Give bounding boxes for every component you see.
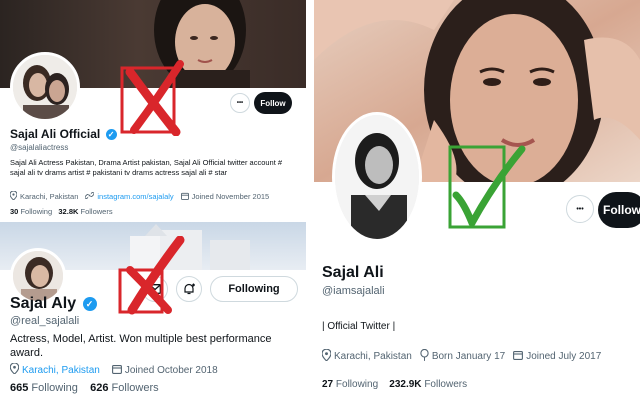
following-label: Following	[20, 207, 53, 216]
follow-counts: 665 Following 626 Followers	[10, 382, 159, 394]
followers-link[interactable]: 232.9K Followers	[389, 379, 467, 390]
follow-counts: 30 Following 32.8K Followers	[10, 207, 113, 216]
following-count: 27	[322, 379, 334, 390]
verified-badge-icon: ✓	[82, 296, 97, 311]
panel-divider-vertical	[306, 0, 314, 400]
following-link[interactable]: 665 Following	[10, 382, 78, 394]
followers-link[interactable]: 32.8K Followers	[58, 207, 112, 216]
calendar-icon	[111, 364, 122, 377]
display-name: Sajal Aly ✓	[10, 295, 97, 313]
followers-count: 626	[90, 382, 109, 394]
profile-card-sajal-ali: ••• Follow Sajal Ali @iamsajalali | Offi…	[314, 0, 640, 400]
following-button[interactable]: Following	[210, 276, 298, 302]
user-handle: @iamsajalali	[322, 285, 385, 297]
more-icon: •••	[576, 205, 584, 213]
followers-label: Followers	[80, 207, 113, 216]
follow-button-label: Follow	[603, 203, 640, 217]
profile-meta-row: Karachi, Pakistan instagram.com/sajalaly…	[9, 190, 270, 202]
profile-avatar[interactable]	[10, 52, 80, 122]
followers-label: Followers	[111, 382, 159, 394]
website-link[interactable]: instagram.com/sajalaly	[97, 192, 173, 201]
balloon-icon	[420, 348, 429, 364]
followers-label: Followers	[424, 379, 468, 390]
profile-meta-row: Karachi, Pakistan Joined October 2018	[9, 362, 218, 377]
red-cross-icon	[120, 60, 184, 136]
follow-button-label: Follow	[260, 98, 286, 108]
followers-count: 232.9K	[389, 379, 422, 390]
location-icon	[9, 362, 20, 377]
joined-date: Joined November 2015	[191, 192, 270, 201]
follow-counts: 27 Following 232.9K Followers	[322, 379, 467, 390]
more-options-button[interactable]: •••	[566, 195, 594, 223]
calendar-icon	[513, 350, 524, 363]
display-name-text: Sajal Ali Official	[10, 127, 101, 141]
display-name: Sajal Ali	[322, 264, 384, 281]
profile-card-sajal-ali-official: ••• Follow Sajal Ali Official ✓ @sajalal…	[0, 0, 306, 222]
green-check-icon	[448, 145, 526, 229]
followers-link[interactable]: 626 Followers	[90, 382, 159, 394]
location-text: Karachi, Pakistan	[20, 192, 79, 201]
profile-bio: Actress, Model, Artist. Won multiple bes…	[10, 333, 272, 359]
display-name-text: Sajal Aly	[10, 295, 77, 312]
joined-date: Joined July 2017	[526, 351, 602, 362]
following-count: 30	[10, 207, 19, 216]
location-icon	[321, 348, 332, 364]
following-link[interactable]: 30 Following	[10, 207, 52, 216]
profile-meta-row: Karachi, Pakistan Born January 17 Joined…	[321, 348, 602, 364]
location-text: Karachi, Pakistan	[22, 364, 100, 376]
birth-date: Born January 17	[431, 351, 506, 362]
location-text: Karachi, Pakistan	[334, 351, 412, 362]
link-icon	[84, 191, 95, 202]
following-label: Following	[31, 382, 78, 394]
following-button-label: Following	[228, 283, 280, 295]
verified-badge-icon: ✓	[105, 129, 117, 141]
display-name: Sajal Ali Official ✓	[10, 127, 117, 141]
red-cross-icon	[118, 236, 185, 315]
profile-bio: | Official Twitter |	[322, 321, 396, 332]
user-handle: @real_sajalali	[10, 315, 80, 327]
joined-date: Joined October 2018	[124, 364, 218, 376]
follow-button[interactable]: Follow	[598, 192, 640, 228]
follow-button[interactable]: Follow	[254, 92, 292, 114]
following-count: 665	[10, 382, 29, 394]
following-link[interactable]: 27 Following	[322, 379, 378, 390]
more-icon: •••	[236, 100, 244, 106]
more-options-button[interactable]: •••	[230, 93, 250, 113]
location-icon	[9, 190, 18, 202]
calendar-icon	[180, 192, 189, 202]
profile-card-sajal-aly: Following Sajal Aly ✓ @real_sajalali Act…	[0, 222, 306, 400]
profile-avatar[interactable]	[332, 112, 422, 242]
profile-bio: Sajal Ali Actress Pakistan, Drama Artist…	[10, 158, 283, 177]
user-handle: @sajalaliactress	[10, 143, 69, 152]
following-label: Following	[335, 379, 379, 390]
followers-count: 32.8K	[58, 207, 79, 216]
